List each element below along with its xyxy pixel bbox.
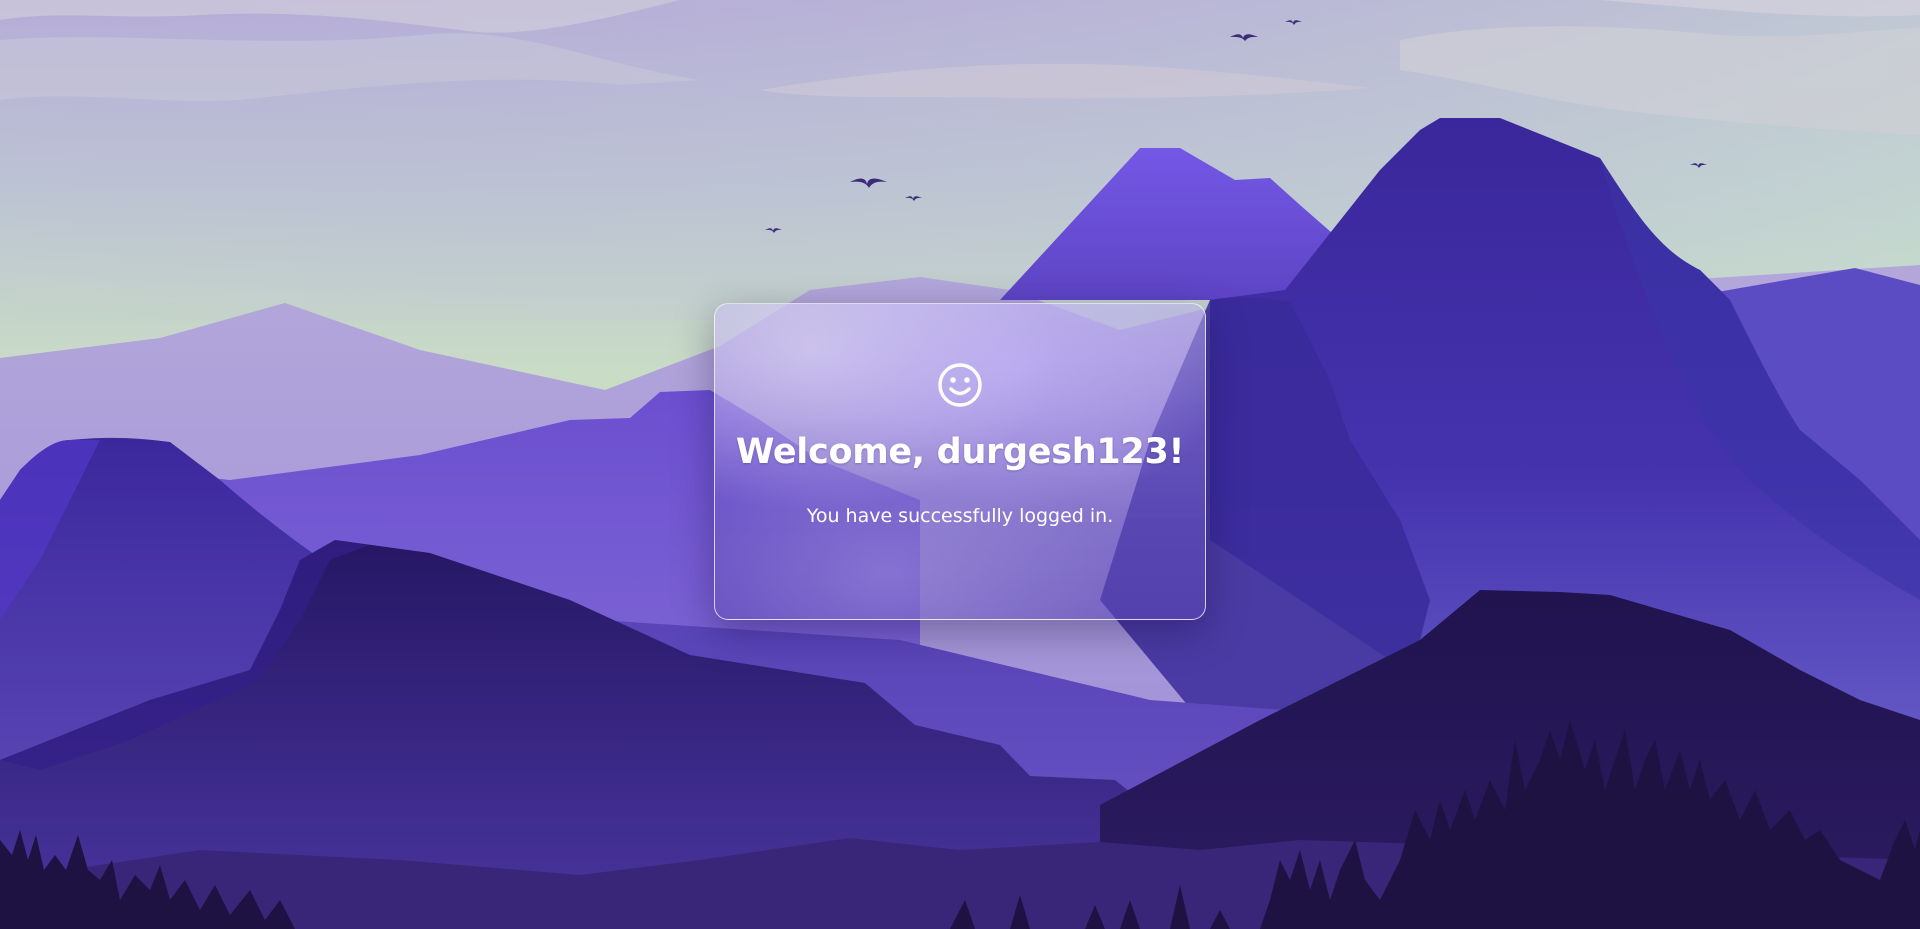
smile-icon [938,363,982,407]
login-success-message: You have successfully logged in. [806,505,1114,527]
welcome-card: Welcome, durgesh123! You have successful… [714,303,1206,620]
welcome-title: Welcome, durgesh123! [735,432,1185,472]
